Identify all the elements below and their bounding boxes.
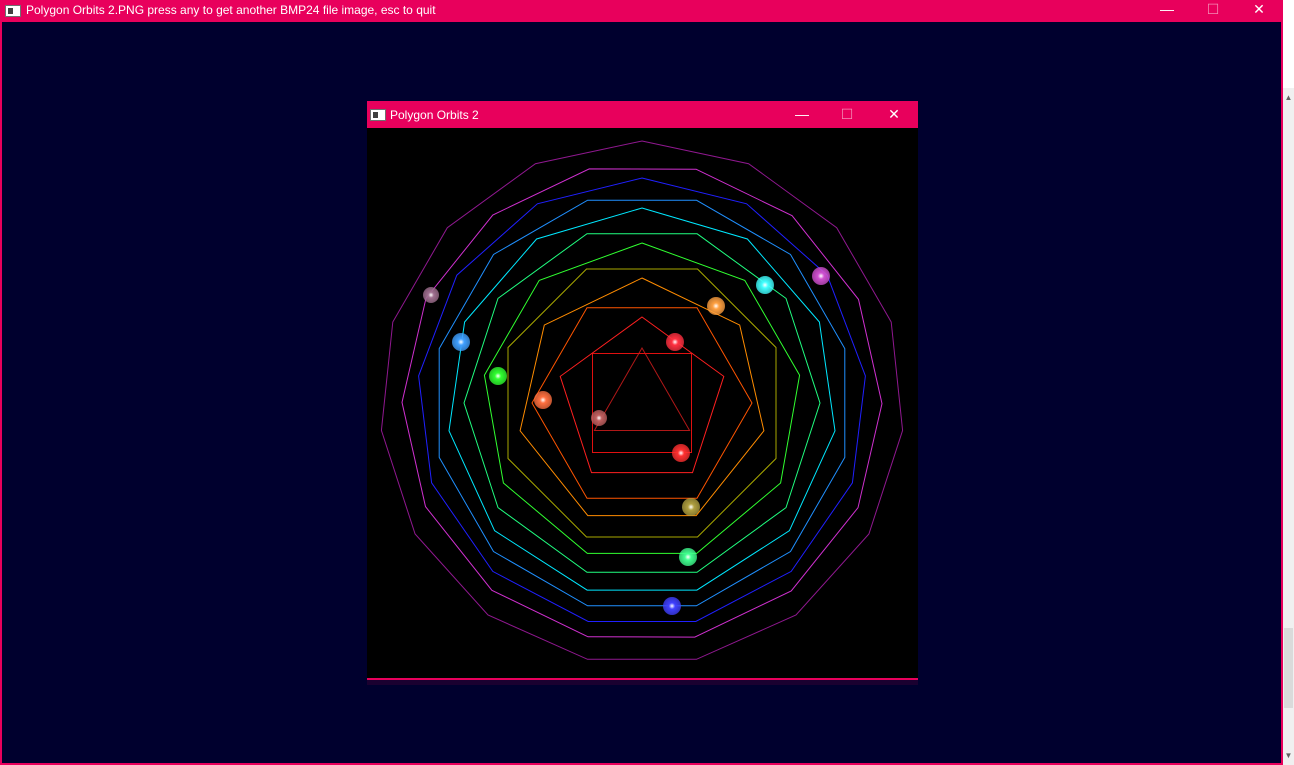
orbit-polygon-11-sides: [448, 207, 836, 591]
orbit-ball-7: [707, 297, 725, 315]
orbit-polygon-12-sides: [438, 199, 846, 607]
orbit-ball-11: [756, 276, 774, 294]
console-window-icon: [370, 109, 386, 121]
orbit-polygon-9-sides: [483, 242, 801, 554]
inner-title-bar: Polygon Orbits 2 — ☐ ✕: [367, 101, 918, 128]
orbit-ball-3: [591, 410, 607, 426]
orbit-ball-15: [423, 287, 439, 303]
scrollbar-thumb[interactable]: [1284, 628, 1293, 708]
scroll-up-arrow-icon[interactable]: ▲: [1283, 92, 1294, 104]
console-window-icon: [5, 5, 21, 17]
orbit-polygon-14-sides: [401, 168, 883, 638]
orbit-polygon-7-sides: [519, 277, 765, 517]
orbit-ball-5: [666, 333, 684, 351]
orbit-polygon-5-sides: [559, 316, 725, 474]
outer-maximize-button[interactable]: ☐: [1190, 1, 1236, 18]
orbit-polygon-6-sides: [531, 307, 753, 499]
inner-minimize-button: —: [795, 106, 809, 122]
inner-screenshot-window: Polygon Orbits 2 — ☐ ✕: [367, 101, 918, 685]
outer-title-bar[interactable]: Polygon Orbits 2.PNG press any to get an…: [0, 0, 1283, 22]
orbit-ball-4: [672, 444, 690, 462]
inner-maximize-button: ☐: [840, 106, 854, 122]
outer-close-button[interactable]: ✕: [1236, 1, 1282, 18]
orbit-ball-6: [534, 391, 552, 409]
orbit-polygon-4-sides: [592, 353, 692, 453]
outer-window-title: Polygon Orbits 2.PNG press any to get an…: [26, 3, 436, 17]
polygon-orbits-drawing: [380, 140, 904, 660]
orbit-ball-12: [452, 333, 470, 351]
outer-minimize-button[interactable]: —: [1144, 1, 1190, 17]
orbit-ball-9: [489, 367, 507, 385]
scroll-down-arrow-icon[interactable]: ▼: [1283, 750, 1294, 762]
orbit-canvas: [367, 128, 918, 679]
inner-window-title: Polygon Orbits 2: [390, 108, 479, 122]
orbit-polygon-3-sides: [593, 346, 691, 431]
orbit-ball-13: [663, 597, 681, 615]
orbit-ball-14: [812, 267, 830, 285]
orbit-polygon-15-sides: [380, 140, 904, 660]
inner-close-button: ✕: [888, 106, 900, 122]
background-window-edge: [1283, 0, 1294, 88]
orbit-ball-10: [679, 548, 697, 566]
inner-window-shadow: [367, 680, 918, 685]
orbit-ball-8: [682, 498, 700, 516]
orbit-polygon-13-sides: [418, 177, 866, 622]
